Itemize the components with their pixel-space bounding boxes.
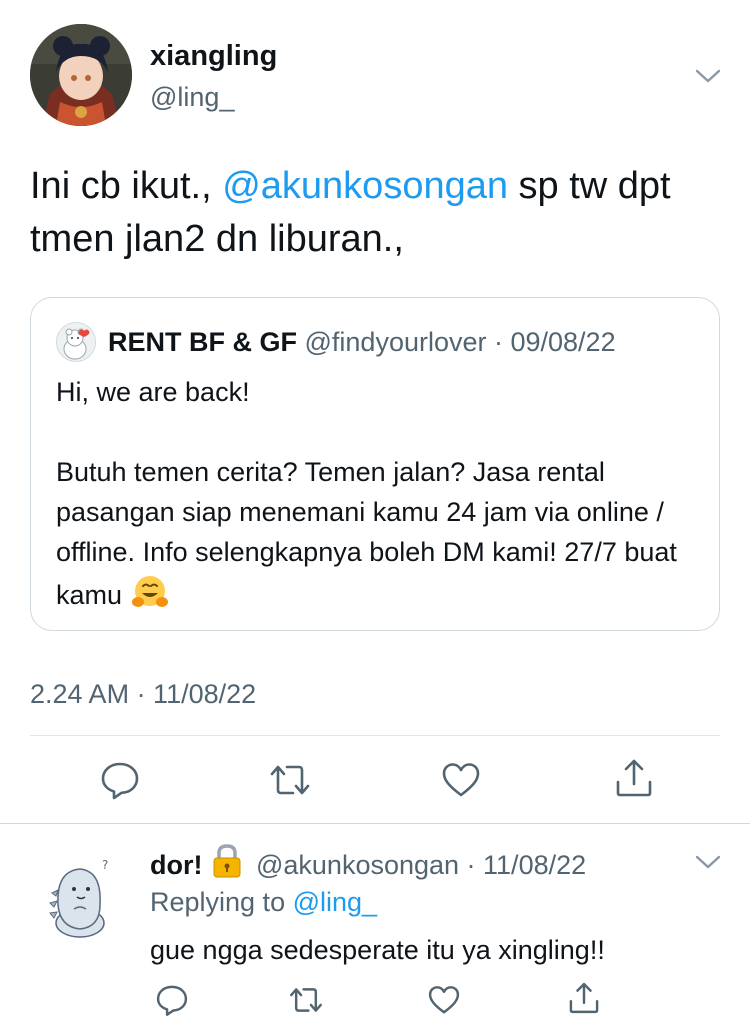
reply-tweet-header: dor! @akunkosongan · 11/08/22	[150, 843, 586, 883]
tweet-text: Ini cb ikut., @akunkosongan sp tw dpt tm…	[30, 160, 730, 266]
tweet-timestamp[interactable]: 2.24 AM · 11/08/22	[30, 676, 256, 712]
divider	[30, 735, 720, 736]
quoted-meta: @findyourlover · 09/08/22	[297, 327, 616, 357]
reply-icon[interactable]	[98, 758, 142, 802]
like-icon[interactable]	[426, 982, 462, 1018]
mention-link[interactable]: @akunkosongan	[222, 165, 508, 207]
replying-prefix: Replying to	[150, 887, 293, 917]
locked-emoji	[210, 843, 244, 879]
quoted-tweet-text: Hi, we are back! Butuh temen cerita? Tem…	[56, 372, 706, 615]
like-icon[interactable]	[439, 758, 483, 802]
hugging-face-emoji	[130, 572, 170, 612]
retweet-icon[interactable]	[268, 758, 312, 802]
share-icon[interactable]	[612, 756, 656, 800]
svg-text:?: ?	[102, 858, 108, 872]
author-display-name[interactable]: xiangling	[150, 38, 277, 74]
avatar[interactable]	[30, 24, 132, 126]
quoted-avatar	[56, 322, 96, 362]
tweet-text-part: Ini cb ikut.,	[30, 165, 223, 207]
reply-display-name[interactable]: dor!	[150, 850, 202, 880]
avatar[interactable]: ?	[44, 853, 122, 939]
author-handle[interactable]: @ling_	[150, 80, 234, 114]
mention-link[interactable]: @ling_	[293, 887, 377, 917]
quoted-display-name[interactable]: RENT BF & GF	[108, 327, 297, 357]
reply-meta: @akunkosongan · 11/08/22	[248, 850, 587, 880]
chevron-down-icon[interactable]	[692, 846, 724, 878]
share-icon[interactable]	[566, 980, 602, 1016]
retweet-icon[interactable]	[288, 982, 324, 1018]
divider	[0, 823, 750, 824]
reply-text: gue ngga sedesperate itu ya xingling!!	[150, 935, 605, 965]
chevron-down-icon[interactable]	[692, 60, 724, 92]
quoted-tweet-header: RENT BF & GF @findyourlover · 09/08/22	[108, 322, 616, 362]
replying-to: Replying to @ling_	[150, 882, 377, 922]
reply-icon[interactable]	[154, 982, 190, 1018]
